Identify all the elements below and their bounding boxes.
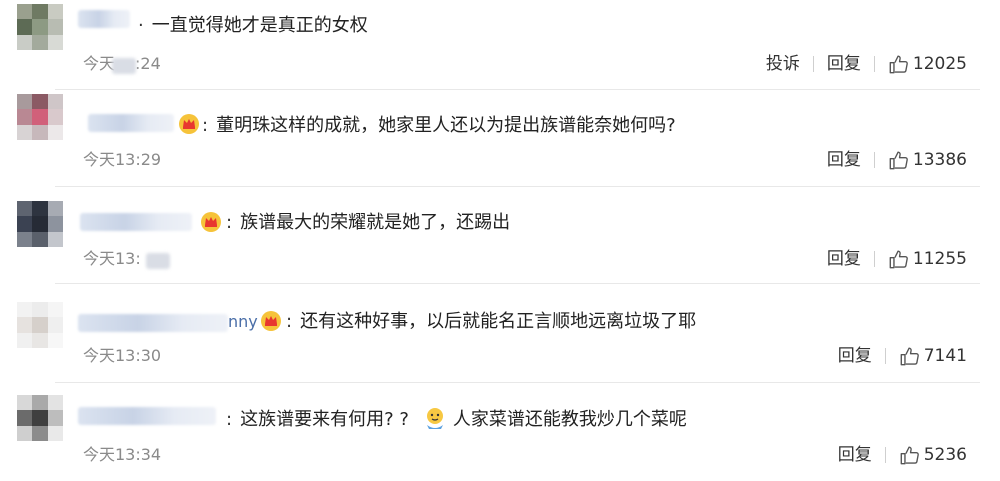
like-button[interactable]: 5236 <box>899 444 967 466</box>
thinking-face-icon <box>423 406 447 437</box>
username-blurred[interactable] <box>78 407 216 425</box>
like-count: 5236 <box>923 445 967 465</box>
colon-separator: · <box>138 15 144 36</box>
like-button[interactable]: 12025 <box>888 53 967 75</box>
comment-item: : 族谱最大的荣耀就是她了，还踢出 今天13: 回复 11255 <box>0 187 1000 283</box>
thumbs-up-icon <box>888 248 910 270</box>
comment-actions: 回复 5236 <box>838 444 967 466</box>
divider <box>884 348 886 364</box>
divider <box>873 56 875 72</box>
comment-actions: 回复 11255 <box>827 248 967 270</box>
like-count: 11255 <box>912 249 967 269</box>
username-blurred[interactable] <box>78 10 130 28</box>
like-count: 12025 <box>912 54 967 74</box>
avatar[interactable] <box>17 302 63 348</box>
like-button[interactable]: 13386 <box>888 149 967 171</box>
comment-actions: 回复 13386 <box>827 149 967 171</box>
comment-item: · 一直觉得她才是真正的女权 今天:24 投诉 回复 12025 <box>0 0 1000 89</box>
comment-text: : 董明珠这样的成就，她家里人还以为提出族谱能奈她何吗? <box>202 115 676 136</box>
crown-icon <box>178 113 200 139</box>
reply-button[interactable]: 回复 <box>827 248 861 270</box>
divider <box>812 56 814 72</box>
colon-separator: : <box>286 311 293 332</box>
reply-button[interactable]: 回复 <box>838 444 872 466</box>
comment-text: · 一直觉得她才是真正的女权 <box>138 15 368 36</box>
report-button[interactable]: 投诉 <box>766 53 800 75</box>
thumbs-up-icon <box>899 345 921 367</box>
comment-time: 今天13: <box>83 249 141 268</box>
avatar[interactable] <box>17 395 63 441</box>
comment-time: 今天13:30 <box>83 346 162 365</box>
crown-icon <box>200 211 222 237</box>
comment-item: : 董明珠这样的成就，她家里人还以为提出族谱能奈她何吗? 今天13:29 回复 1… <box>0 90 1000 186</box>
like-button[interactable]: 7141 <box>899 345 967 367</box>
comment-time: 今天13:29 <box>83 150 162 169</box>
reply-button[interactable]: 回复 <box>827 53 861 75</box>
avatar[interactable] <box>17 4 63 50</box>
avatar[interactable] <box>17 201 63 247</box>
divider <box>873 152 875 168</box>
thumbs-up-icon <box>899 444 921 466</box>
reply-button[interactable]: 回复 <box>838 345 872 367</box>
colon-separator: : <box>202 115 209 136</box>
username-blurred[interactable] <box>78 314 228 332</box>
time-blur <box>146 253 170 269</box>
username-tail[interactable]: nny <box>228 312 258 331</box>
like-button[interactable]: 11255 <box>888 248 967 270</box>
comment-time: 今天13:34 <box>83 445 162 464</box>
divider <box>884 447 886 463</box>
crown-icon <box>260 310 282 336</box>
comment-actions: 投诉 回复 12025 <box>766 53 967 75</box>
reply-button[interactable]: 回复 <box>827 149 861 171</box>
comment-list: · 一直觉得她才是真正的女权 今天:24 投诉 回复 12025: 董明珠这… <box>0 0 1000 481</box>
divider <box>873 251 875 267</box>
comment-text: : 族谱最大的荣耀就是她了，还踢出 <box>226 212 511 233</box>
colon-separator: : <box>226 212 233 233</box>
comment-text: : 这族谱要来有何用? ? 人家菜谱还能教我炒几个菜呢 <box>226 406 687 437</box>
thumbs-up-icon <box>888 149 910 171</box>
comment-item: nny : 还有这种好事，以后就能名正言顺地远离垃圾了耶 今天13:30 回复 7… <box>0 284 1000 382</box>
comment-actions: 回复 7141 <box>838 345 967 367</box>
like-count: 13386 <box>912 150 967 170</box>
time-blur <box>112 58 136 74</box>
avatar[interactable] <box>17 94 63 140</box>
username-blurred[interactable] <box>80 213 192 231</box>
colon-separator: : <box>226 409 233 430</box>
comment-item: : 这族谱要来有何用? ? 人家菜谱还能教我炒几个菜呢 今天13:34 回复 523… <box>0 383 1000 481</box>
username-blurred[interactable] <box>88 114 174 132</box>
comment-text: : 还有这种好事，以后就能名正言顺地远离垃圾了耶 <box>286 311 697 332</box>
thumbs-up-icon <box>888 53 910 75</box>
like-count: 7141 <box>923 346 967 366</box>
